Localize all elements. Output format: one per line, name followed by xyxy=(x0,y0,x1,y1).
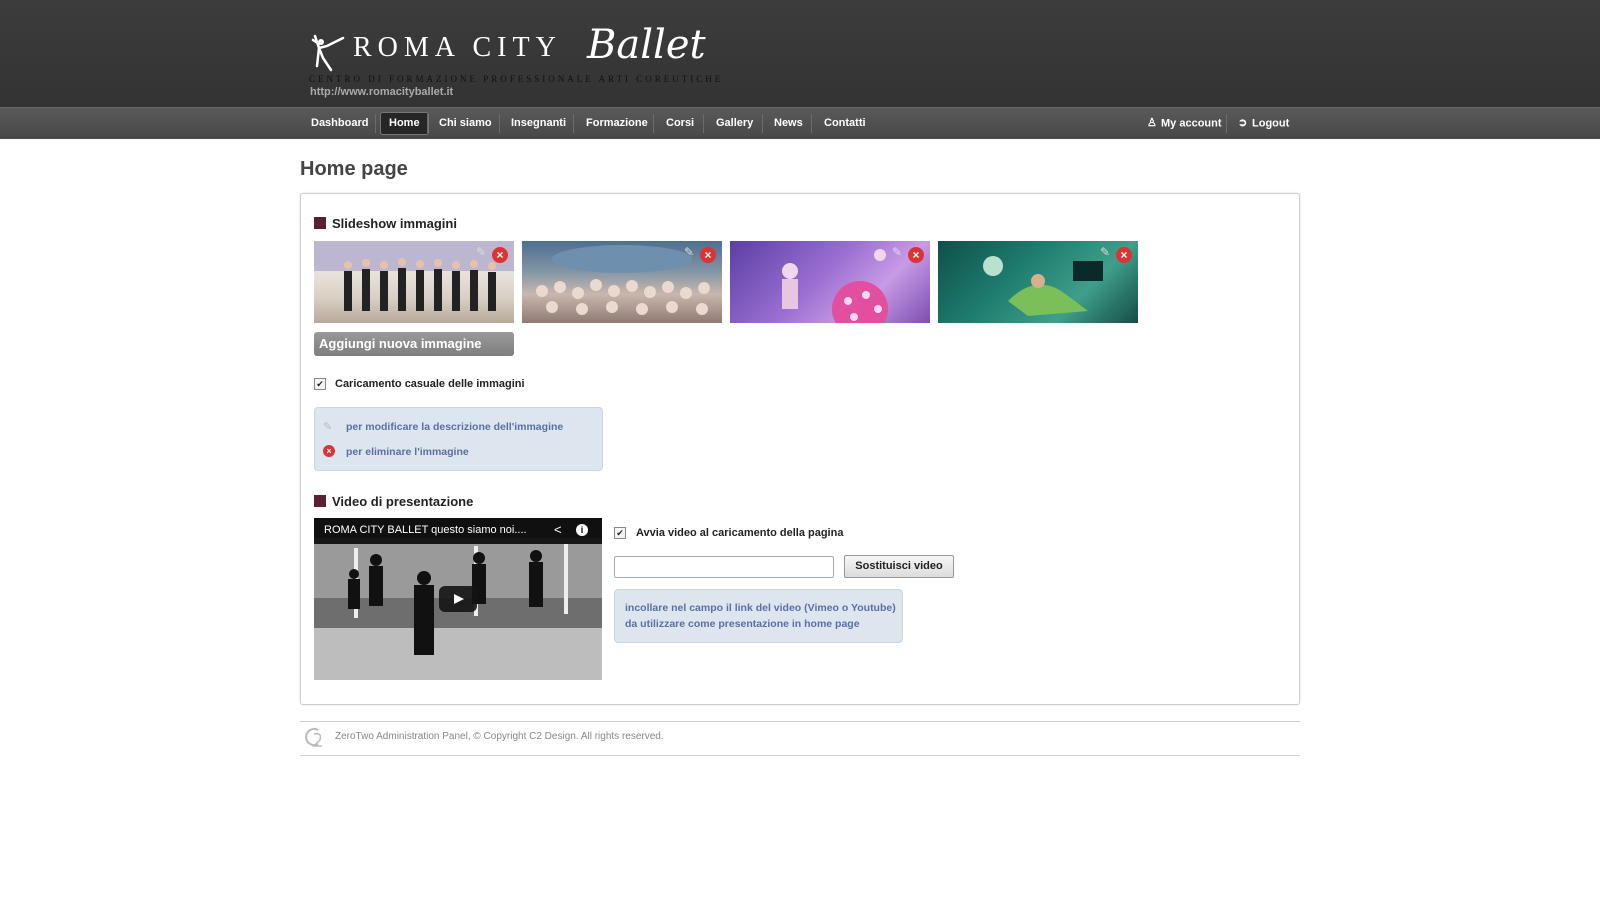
logout-label: Logout xyxy=(1252,117,1290,130)
delete-icon[interactable]: × xyxy=(492,247,508,263)
share-icon[interactable]: < xyxy=(554,522,562,537)
dancer-icon xyxy=(311,34,345,72)
slideshow-image[interactable]: ✎ × xyxy=(314,241,514,323)
user-icon: ♙ xyxy=(1147,117,1157,129)
slideshow-image[interactable]: ✎ × xyxy=(522,241,722,323)
video-title[interactable]: ROMA CITY BALLET questo siamo noi.... xyxy=(324,524,527,536)
logout-icon: ➲ xyxy=(1238,117,1248,129)
nav-formazione[interactable]: Formazione xyxy=(578,113,656,134)
nav-divider xyxy=(499,114,500,133)
nav-divider xyxy=(811,114,812,133)
nav-home[interactable]: Home xyxy=(380,112,429,135)
delete-icon[interactable]: × xyxy=(908,247,924,263)
nav-divider xyxy=(1226,114,1227,133)
random-load-label: Caricamento casuale delle immagini xyxy=(335,378,525,390)
nav-gallery[interactable]: Gallery xyxy=(708,113,761,134)
info-icon[interactable]: i xyxy=(576,524,588,536)
video-title-bar: ROMA CITY BALLET questo siamo noi.... < … xyxy=(314,518,602,544)
add-image-button[interactable]: Aggiungi nuova immagine xyxy=(314,332,514,356)
slideshow-heading: Slideshow immagini xyxy=(314,216,457,231)
video-url-input[interactable] xyxy=(614,556,834,578)
slideshow-heading-text: Slideshow immagini xyxy=(332,216,457,231)
nav-divider xyxy=(762,114,763,133)
main-nav: Dashboard Home Chi siamo Insegnanti Form… xyxy=(0,107,1600,139)
my-account-label: My account xyxy=(1161,117,1222,130)
delete-icon: × xyxy=(323,445,335,457)
c2-design-logo xyxy=(305,728,322,747)
slideshow-image[interactable]: ✎ × xyxy=(938,241,1138,323)
video-help-line-1: incollare nel campo il link del video (V… xyxy=(625,602,896,614)
nav-divider xyxy=(703,114,704,133)
play-button[interactable] xyxy=(439,586,477,612)
footer-divider xyxy=(300,721,1300,722)
delete-icon[interactable]: × xyxy=(700,247,716,263)
video-help-box: incollare nel campo il link del video (V… xyxy=(614,589,903,643)
site-url[interactable]: http://www.romacityballet.it xyxy=(310,86,453,98)
pencil-icon: ✎ xyxy=(323,421,333,433)
replace-video-button[interactable]: Sostituisci video xyxy=(844,555,954,578)
nav-dashboard[interactable]: Dashboard xyxy=(303,113,376,134)
video-heading-text: Video di presentazione xyxy=(332,494,474,509)
nav-contatti[interactable]: Contatti xyxy=(816,113,874,134)
nav-divider xyxy=(573,114,574,133)
logout-link[interactable]: ➲ Logout xyxy=(1230,113,1297,134)
video-help-line-2: da utilizzare come presentazione in home… xyxy=(625,618,860,630)
pencil-icon[interactable]: ✎ xyxy=(1100,245,1110,259)
autoplay-checkbox[interactable]: ✔ xyxy=(614,527,626,539)
slideshow-image[interactable]: ✎ × xyxy=(730,241,930,323)
brand-name-script: Ballet xyxy=(587,22,706,68)
nav-news[interactable]: News xyxy=(766,113,811,134)
nav-divider xyxy=(375,114,376,133)
random-load-checkbox[interactable]: ✔ xyxy=(314,378,326,390)
my-account-link[interactable]: ♙ My account xyxy=(1139,113,1230,134)
video-heading: Video di presentazione xyxy=(314,494,473,509)
delete-icon[interactable]: × xyxy=(1116,247,1132,263)
brand-tagline: CENTRO DI FORMAZIONE PROFESSIONALE ARTI … xyxy=(309,74,724,84)
nav-divider xyxy=(653,114,654,133)
nav-chi-siamo[interactable]: Chi siamo xyxy=(431,113,500,134)
section-marker xyxy=(314,217,326,229)
pencil-icon[interactable]: ✎ xyxy=(684,245,694,259)
footer-divider xyxy=(300,755,1300,756)
page-title: Home page xyxy=(300,158,408,180)
pencil-icon[interactable]: ✎ xyxy=(476,245,486,259)
nav-divider xyxy=(427,114,428,133)
nav-insegnanti[interactable]: Insegnanti xyxy=(503,113,574,134)
nav-corsi[interactable]: Corsi xyxy=(658,113,702,134)
help-delete-text: per eliminare l'immagine xyxy=(346,446,469,458)
footer-copyright: ZeroTwo Administration Panel, © Copyrigh… xyxy=(335,731,664,742)
autoplay-label: Avvia video al caricamento della pagina xyxy=(636,527,844,539)
pencil-icon[interactable]: ✎ xyxy=(892,245,902,259)
video-player[interactable]: ROMA CITY BALLET questo siamo noi.... < … xyxy=(314,518,602,680)
section-marker xyxy=(314,495,326,507)
site-header: ROMA CITY Ballet CENTRO DI FORMAZIONE PR… xyxy=(0,0,1600,107)
brand-name-main: ROMA CITY xyxy=(353,32,562,63)
help-edit-text: per modificare la descrizione dell'immag… xyxy=(346,421,564,433)
slideshow-help-box: ✎ per modificare la descrizione dell'imm… xyxy=(314,407,603,471)
